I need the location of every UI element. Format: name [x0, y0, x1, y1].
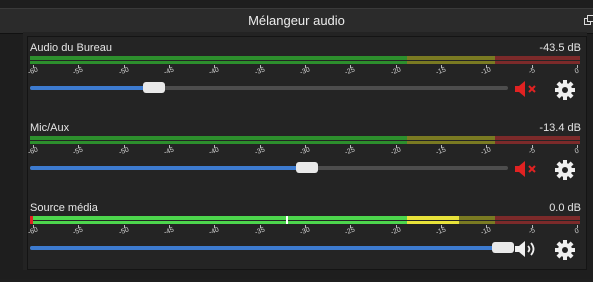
scale-tick-label: -20 — [389, 226, 402, 237]
slider-handle[interactable] — [492, 242, 515, 253]
meter-segment — [494, 216, 580, 220]
scale-tick-label: -40 — [208, 226, 221, 237]
scale-tick-label: -40 — [208, 146, 221, 157]
meter-segment — [30, 61, 407, 64]
scale-tick-label: -50 — [117, 146, 130, 157]
meter-segment — [406, 136, 495, 140]
meter-segment — [30, 141, 407, 144]
channel-level-db: -13.4 dB — [539, 122, 581, 134]
meter-segment — [406, 216, 459, 220]
scale-tick-label: -55 — [72, 66, 85, 77]
volume-slider[interactable] — [30, 242, 515, 253]
scale-tick-label: -55 — [72, 146, 85, 157]
settings-button[interactable] — [554, 239, 576, 261]
speaker-volume-icon — [515, 241, 535, 257]
meter-segment — [406, 61, 495, 64]
settings-button[interactable] — [554, 159, 576, 181]
scale-tick-label: -35 — [253, 66, 266, 77]
mute-button[interactable] — [514, 159, 538, 179]
gear-icon — [555, 240, 575, 260]
db-scale: -60 -55 -50 -45 -40 -35 -30 -25 -20 -15 -10 -5 0 — [27, 145, 581, 159]
scale-tick-label: -25 — [344, 66, 357, 77]
speaker-muted-icon — [515, 161, 536, 177]
channel-name: Source média — [30, 202, 98, 214]
meter-segment — [494, 141, 580, 144]
scale-tick-label: -30 — [299, 226, 311, 237]
scale-tick-label: -50 — [117, 226, 130, 237]
slider-fill — [30, 86, 155, 90]
scale-tick-label: 0 — [573, 147, 581, 156]
volume-meter — [30, 56, 580, 64]
scale-tick-label: -10 — [480, 226, 493, 237]
scale-tick-label: -45 — [163, 66, 175, 77]
meter-segment — [494, 136, 580, 140]
db-scale: -60 -55 -50 -45 -40 -35 -30 -25 -20 -15 -10 -5 0 — [27, 225, 581, 239]
channel-media-source: Source média 0.0 dB -60 -55 -50 -45 -40 -35 -3… — [27, 202, 581, 282]
channel-name: Audio du Bureau — [30, 42, 112, 54]
scale-tick-label: -5 — [527, 67, 536, 76]
meter-segment — [494, 56, 580, 60]
gear-icon — [555, 80, 575, 100]
scale-tick-label: -35 — [253, 226, 266, 237]
meter-input-peak-line — [285, 216, 288, 224]
scale-tick-label: -55 — [72, 226, 85, 237]
volume-slider[interactable] — [30, 162, 508, 173]
meter-segment — [406, 56, 495, 60]
meter-segment — [30, 216, 407, 220]
meter-segment — [406, 221, 459, 224]
scale-tick-label: -15 — [435, 146, 447, 157]
meter-segment — [30, 56, 407, 60]
scale-tick-label: 0 — [573, 67, 581, 76]
scale-tick-label: -20 — [389, 66, 402, 77]
slider-fill — [30, 166, 308, 170]
scale-tick-label: -15 — [435, 226, 447, 237]
meter-segment — [30, 136, 407, 140]
float-dock-icon[interactable] — [584, 15, 593, 25]
scale-tick-label: -60 — [27, 226, 39, 237]
channel-name: Mic/Aux — [30, 122, 70, 134]
scale-tick-label: -30 — [299, 146, 311, 157]
scale-tick-label: -40 — [208, 66, 221, 77]
volume-meter — [30, 136, 580, 144]
meter-peak-marker — [30, 216, 33, 224]
dock-title: Mélangeur audio — [248, 13, 345, 28]
channel-mic-aux: Mic/Aux -13.4 dB -60 -55 -50 -45 -40 -35 -30 -2… — [27, 122, 581, 202]
scale-tick-label: -5 — [527, 227, 536, 236]
scale-tick-label: -60 — [27, 66, 39, 77]
speaker-muted-icon — [515, 81, 536, 97]
scale-tick-label: -45 — [163, 226, 175, 237]
scale-tick-label: -35 — [253, 146, 266, 157]
channel-level-db: 0.0 dB — [549, 202, 581, 214]
meter-segment — [494, 221, 580, 224]
scale-tick-label: -45 — [163, 146, 175, 157]
scale-tick-label: -15 — [435, 66, 447, 77]
meter-segment — [494, 61, 580, 64]
scale-tick-label: -30 — [299, 66, 311, 77]
channel-level-db: -43.5 dB — [539, 42, 581, 54]
scale-tick-label: 0 — [573, 227, 581, 236]
scale-tick-label: -60 — [27, 146, 39, 157]
volume-slider[interactable] — [30, 82, 508, 93]
gear-icon — [555, 160, 575, 180]
audio-mixer-dock: Mélangeur audio Audio du Bureau -43.5 dB… — [0, 0, 593, 279]
channel-desktop-audio: Audio du Bureau -43.5 dB -60 -55 -50 -45 -40… — [27, 42, 581, 122]
mute-button[interactable] — [514, 239, 538, 259]
scale-tick-label: -20 — [389, 146, 402, 157]
scale-tick-label: -25 — [344, 146, 357, 157]
scale-tick-label: -10 — [480, 146, 493, 157]
scale-tick-label: -5 — [527, 147, 536, 156]
scale-tick-label: -25 — [344, 226, 357, 237]
meter-segment — [30, 221, 407, 224]
mute-button[interactable] — [514, 79, 538, 99]
scale-tick-label: -50 — [117, 66, 130, 77]
dock-titlebar[interactable]: Mélangeur audio — [0, 8, 593, 34]
slider-fill — [30, 246, 504, 250]
slider-handle[interactable] — [143, 82, 166, 93]
scale-tick-label: -10 — [480, 66, 493, 77]
db-scale: -60 -55 -50 -45 -40 -35 -30 -25 -20 -15 -10 -5 0 — [27, 65, 581, 79]
settings-button[interactable] — [554, 79, 576, 101]
slider-handle[interactable] — [296, 162, 319, 173]
volume-meter — [30, 216, 580, 224]
meter-segment — [406, 141, 495, 144]
